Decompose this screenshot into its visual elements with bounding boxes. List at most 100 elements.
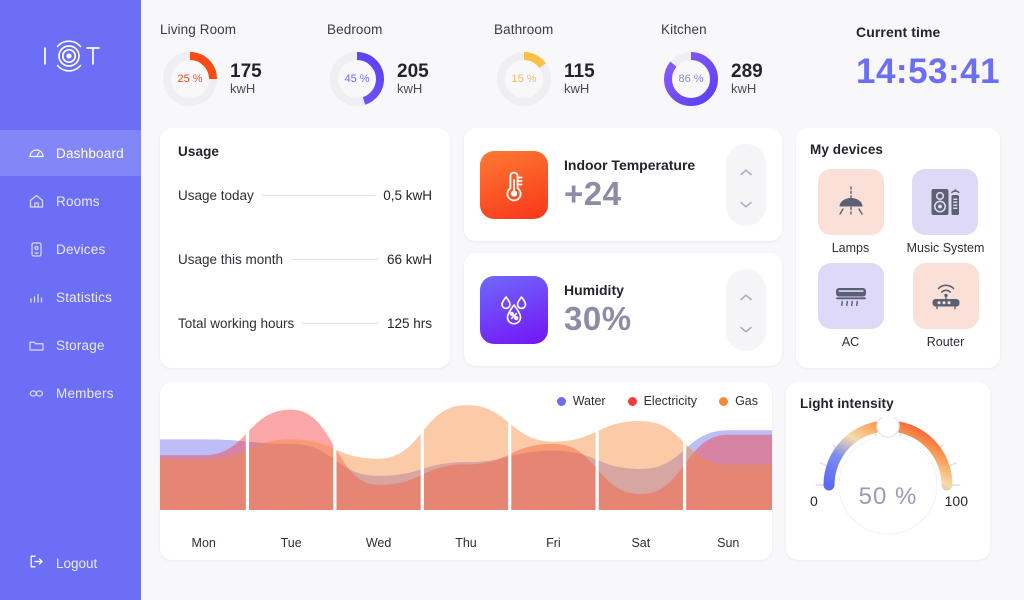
chevron-down-icon[interactable] bbox=[739, 321, 753, 333]
bar-chart-icon bbox=[28, 289, 45, 306]
room-donut-chart: 86 % bbox=[661, 49, 721, 109]
legend-label: Gas bbox=[735, 394, 758, 408]
room-name: Bedroom bbox=[327, 22, 383, 37]
room-value: 175 bbox=[230, 61, 262, 83]
usage-row-value: 66 kwH bbox=[386, 251, 432, 267]
x-tick-label: Sat bbox=[631, 536, 651, 550]
device-label: AC bbox=[841, 335, 860, 349]
room-card-bedroom[interactable]: Bedroom 45 % 205 kwH bbox=[327, 22, 494, 109]
room-name: Bathroom bbox=[494, 22, 554, 37]
room-name: Living Room bbox=[160, 22, 237, 37]
chevron-up-icon[interactable] bbox=[739, 289, 753, 301]
device-label: Lamps bbox=[831, 241, 870, 255]
sensor-gap bbox=[464, 241, 782, 253]
usage-row: Total working hours 125 hrs bbox=[178, 316, 432, 331]
legend-item-gas[interactable]: Gas bbox=[719, 394, 758, 408]
current-time-label: Current time bbox=[856, 24, 941, 40]
usage-row-divider bbox=[261, 194, 376, 196]
sidebar: Dashboard Rooms Devices Statistics Stora… bbox=[0, 0, 141, 600]
rooms-summary-row: Living Room 25 % 175 kwH Bedroom 45 % 20… bbox=[160, 0, 1000, 128]
chevron-down-icon[interactable] bbox=[739, 196, 753, 208]
bottom-row: Water Electricity Gas Mon Tue Wed Thu Fr… bbox=[160, 382, 1000, 560]
usage-row-label: Total working hours bbox=[178, 316, 295, 332]
middle-row: Usage Usage today 0,5 kwH Usage this mon… bbox=[160, 128, 1000, 368]
room-value: 115 bbox=[564, 61, 595, 83]
consumption-chart-panel: Water Electricity Gas Mon Tue Wed Thu Fr… bbox=[160, 382, 772, 560]
chart-x-axis: Mon Tue Wed Thu Fri Sat Sun bbox=[160, 536, 772, 550]
temperature-stepper[interactable] bbox=[726, 143, 766, 226]
sidebar-item-statistics[interactable]: Statistics bbox=[0, 274, 141, 320]
current-time-value: 14:53:41 bbox=[856, 52, 1001, 91]
humidity-stepper[interactable] bbox=[726, 268, 766, 351]
device-icon bbox=[28, 241, 45, 258]
chart-baseline bbox=[160, 510, 772, 522]
sidebar-item-members[interactable]: Members bbox=[0, 370, 141, 416]
sensor-label: Humidity bbox=[564, 281, 624, 298]
router-icon bbox=[912, 263, 979, 329]
device-grid: Lamps Music System AC Router bbox=[810, 169, 986, 349]
room-card-kitchen[interactable]: Kitchen 86 % 289 kwH bbox=[661, 22, 828, 109]
my-devices-title: My devices bbox=[810, 142, 884, 157]
sidebar-item-rooms[interactable]: Rooms bbox=[0, 178, 141, 224]
app-logo[interactable] bbox=[0, 0, 141, 112]
chevron-up-icon[interactable] bbox=[739, 164, 753, 176]
sidebar-item-label: Statistics bbox=[56, 289, 113, 305]
device-lamps[interactable]: Lamps bbox=[817, 169, 884, 255]
usage-row-value: 0,5 kwH bbox=[383, 187, 432, 203]
device-label: Router bbox=[926, 335, 965, 349]
sidebar-item-devices[interactable]: Devices bbox=[0, 226, 141, 272]
sensor-value: +24 bbox=[564, 174, 622, 212]
area-series-gas bbox=[160, 405, 772, 510]
my-devices-panel: My devices Lamps Music System AC Router bbox=[796, 128, 1000, 368]
sidebar-item-storage[interactable]: Storage bbox=[0, 322, 141, 368]
x-tick-label: Thu bbox=[455, 536, 477, 550]
sidebar-item-label: Members bbox=[56, 385, 114, 401]
humidity-drop-icon bbox=[480, 275, 548, 344]
x-tick-label: Wed bbox=[365, 536, 392, 550]
chart-gridline bbox=[420, 382, 424, 510]
room-card-living-room[interactable]: Living Room 25 % 175 kwH bbox=[160, 22, 327, 109]
usage-rows: Usage today 0,5 kwH Usage this month 66 … bbox=[178, 159, 432, 356]
logout-label: Logout bbox=[56, 555, 98, 571]
room-donut-chart: 25 % bbox=[160, 49, 220, 109]
x-tick-label: Mon bbox=[191, 536, 216, 550]
device-router[interactable]: Router bbox=[912, 263, 979, 349]
room-unit: kwH bbox=[230, 81, 256, 97]
legend-item-electricity[interactable]: Electricity bbox=[627, 394, 697, 408]
legend-item-water[interactable]: Water bbox=[556, 394, 606, 408]
chart-gridline bbox=[245, 382, 250, 510]
sensor-label: Indoor Temperature bbox=[564, 156, 696, 173]
sensor-value: 30% bbox=[564, 299, 632, 337]
room-card-bathroom[interactable]: Bathroom 15 % 115 kwH bbox=[494, 22, 661, 109]
room-donut-chart: 45 % bbox=[327, 49, 387, 109]
sidebar-item-label: Rooms bbox=[56, 193, 100, 209]
thermometer-icon bbox=[480, 150, 548, 219]
speaker-icon bbox=[912, 169, 979, 235]
sidebar-item-label: Dashboard bbox=[56, 145, 124, 161]
device-music-system[interactable]: Music System bbox=[906, 169, 985, 255]
main-content: Living Room 25 % 175 kwH Bedroom 45 % 20… bbox=[141, 0, 1024, 600]
sidebar-item-label: Storage bbox=[56, 337, 105, 353]
usage-row: Usage today 0,5 kwH bbox=[178, 188, 432, 203]
device-ac[interactable]: AC bbox=[817, 263, 884, 349]
room-percent: 86 % bbox=[678, 73, 704, 85]
iot-logo-icon bbox=[43, 40, 100, 72]
room-unit: kwH bbox=[731, 81, 757, 97]
room-unit: kwH bbox=[397, 81, 423, 97]
dashboard-app: Dashboard Rooms Devices Statistics Stora… bbox=[0, 0, 1024, 600]
sensor-column: Indoor Temperature +24 Humidity 30% bbox=[464, 128, 782, 368]
light-intensity-panel: Light intensity 0 50 % 100 bbox=[786, 382, 990, 560]
logout-button[interactable]: Logout bbox=[0, 540, 141, 586]
light-intensity-title: Light intensity bbox=[800, 396, 894, 411]
room-donut-chart: 15 % bbox=[494, 49, 554, 109]
chart-legend: Water Electricity Gas bbox=[556, 394, 758, 408]
light-gauge[interactable]: 0 50 % 100 bbox=[800, 417, 976, 535]
chart-gridline bbox=[333, 382, 337, 510]
sidebar-nav: Dashboard Rooms Devices Statistics Stora… bbox=[0, 130, 141, 418]
dashboard-icon bbox=[28, 145, 45, 162]
sidebar-item-dashboard[interactable]: Dashboard bbox=[0, 130, 141, 176]
x-tick-label: Sun bbox=[717, 536, 740, 550]
device-label: Music System bbox=[906, 241, 985, 255]
air-conditioner-icon bbox=[817, 263, 884, 329]
chart-gridline bbox=[508, 382, 512, 510]
